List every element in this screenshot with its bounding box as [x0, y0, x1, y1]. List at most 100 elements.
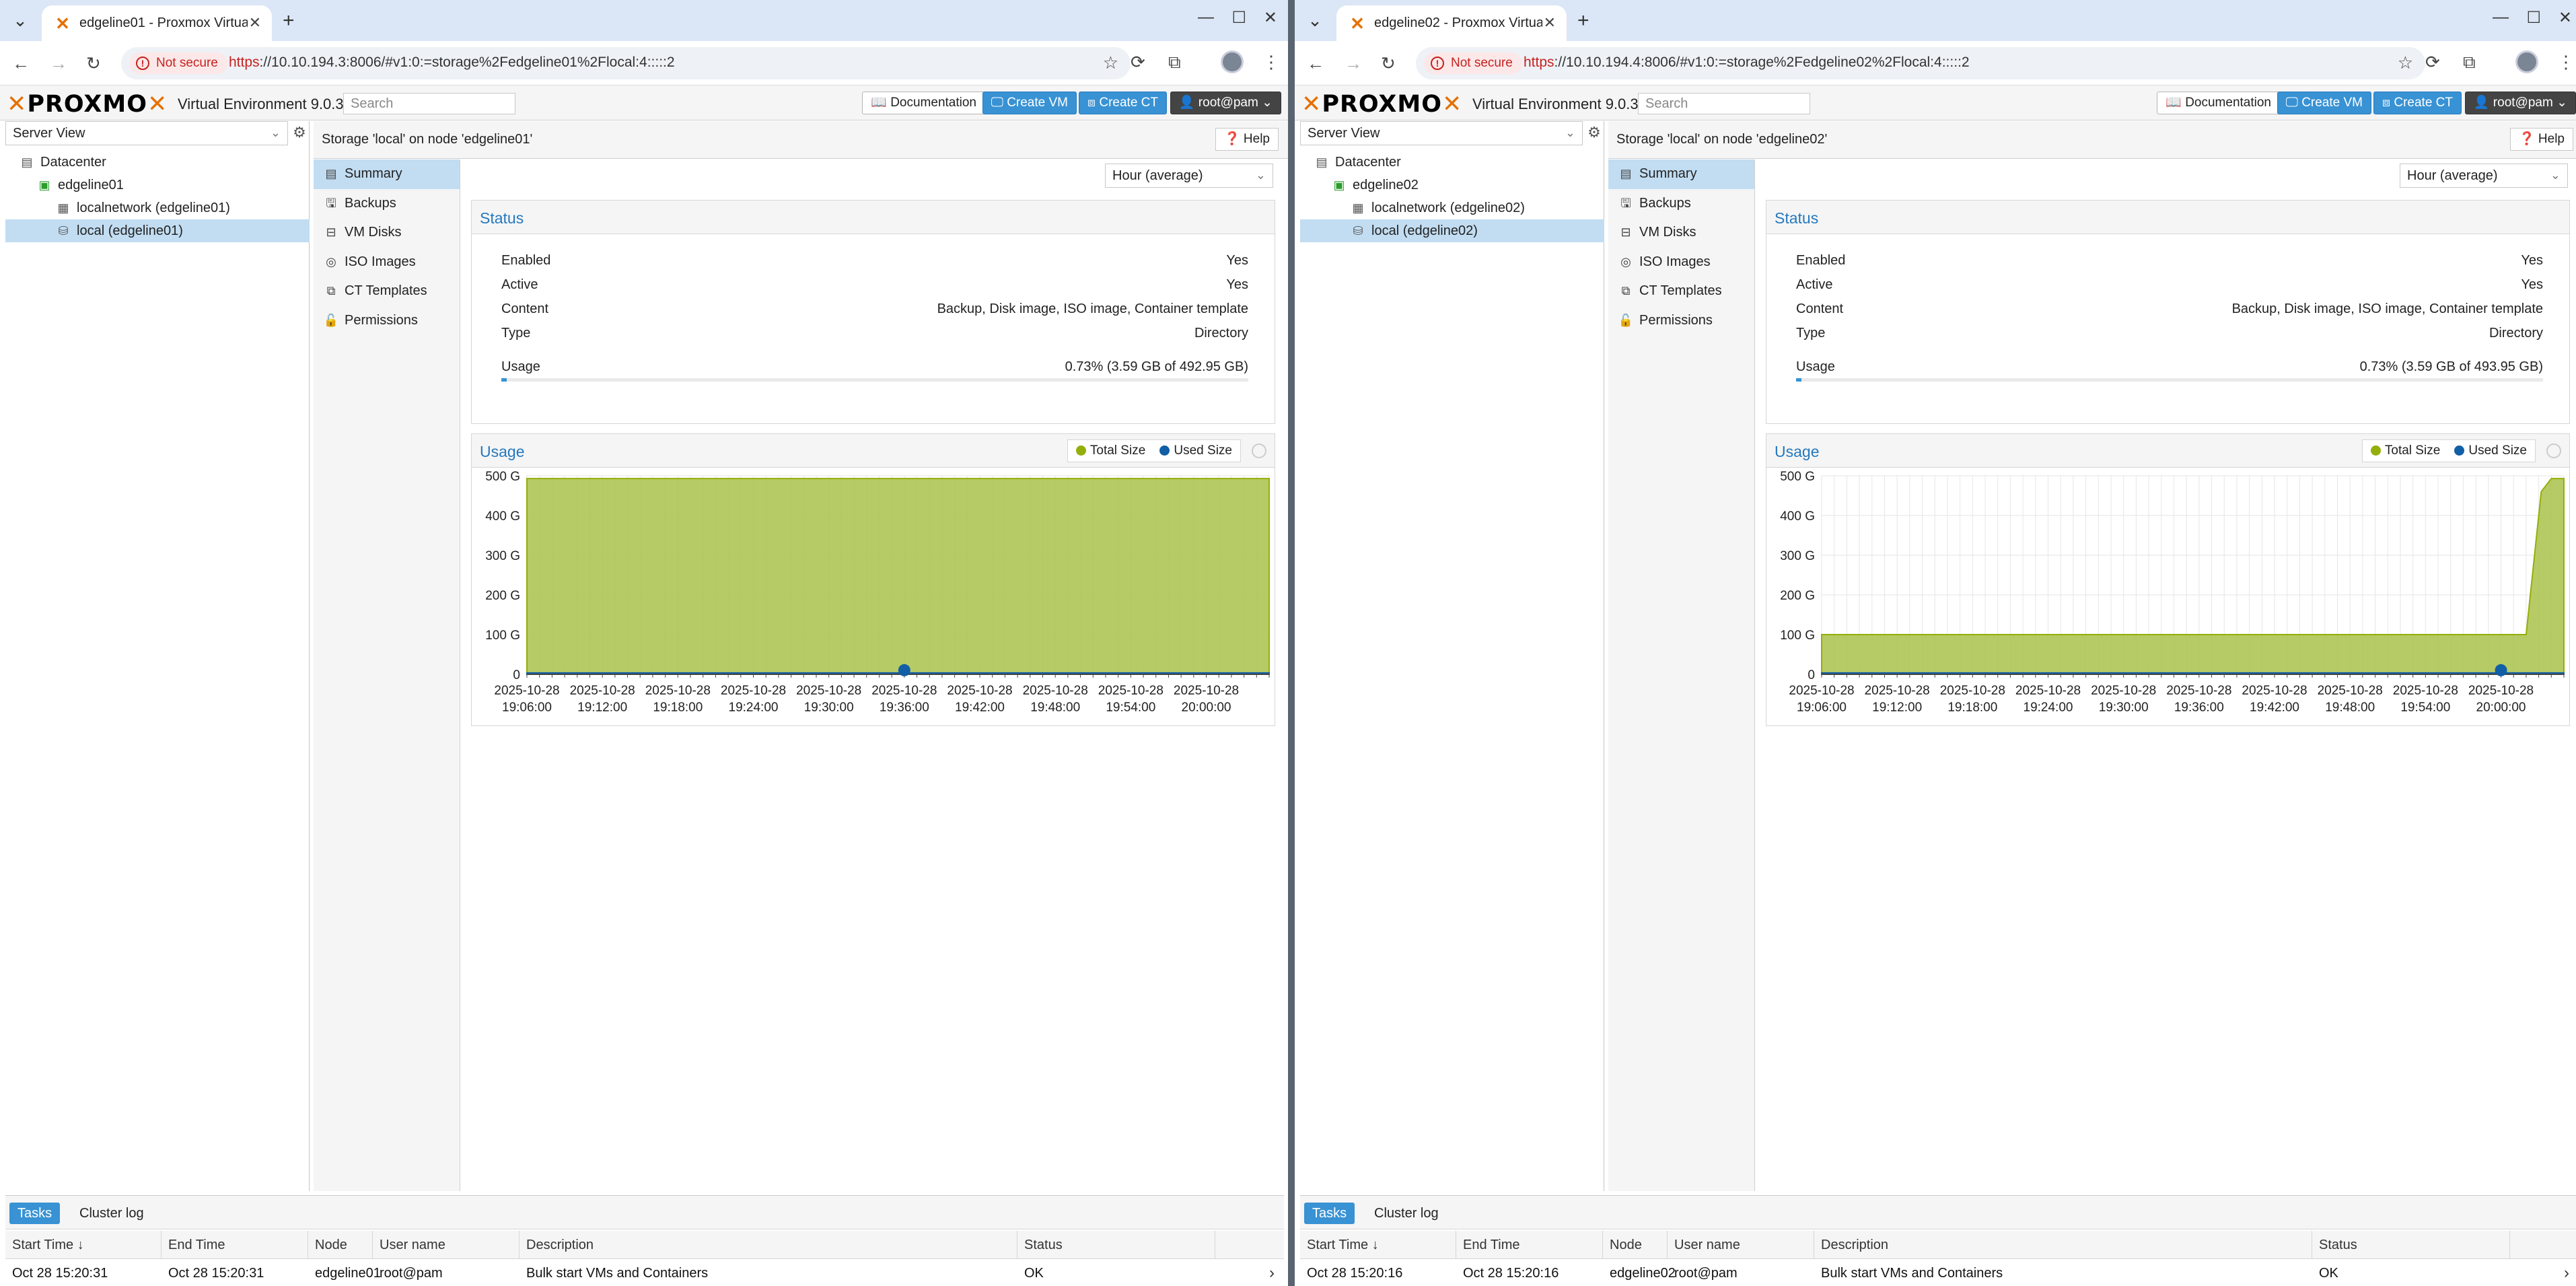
subnav-ct-templates[interactable]: ⧉ CT Templates: [314, 277, 460, 306]
address-bar[interactable]: ! Not secure https://10.10.194.4:8006/#v1…: [1416, 47, 2425, 79]
subnav-permissions[interactable]: 🔓 Permissions: [314, 306, 460, 336]
user-menu-button[interactable]: 👤 root@pam ⌄: [1170, 92, 1281, 114]
new-tab-button[interactable]: +: [1577, 9, 1589, 32]
minimize-button[interactable]: —: [1198, 8, 1214, 27]
tab-cluster-log[interactable]: Cluster log: [71, 1203, 152, 1224]
reload-icon[interactable]: ↻: [1381, 53, 1396, 74]
create-vm-button[interactable]: 🖵 Create VM: [982, 92, 1077, 114]
subnav-permissions[interactable]: 🔓 Permissions: [1608, 306, 1754, 336]
column-header[interactable]: Node: [308, 1231, 373, 1259]
subnav-ct-templates[interactable]: ⧉ CT Templates: [1608, 277, 1754, 306]
new-tab-button[interactable]: +: [283, 9, 295, 32]
legend-used-size[interactable]: Used Size: [2454, 443, 2527, 458]
column-header[interactable]: End Time: [162, 1231, 308, 1259]
minimize-button[interactable]: —: [2493, 8, 2509, 27]
tab-cluster-log[interactable]: Cluster log: [1366, 1203, 1447, 1224]
server-view-select[interactable]: Server View ⌄: [1300, 121, 1583, 145]
sync-icon[interactable]: ⟳: [1131, 52, 1145, 73]
forward-icon[interactable]: →: [1345, 53, 1362, 74]
tab-search-icon[interactable]: ⌄: [1304, 9, 1326, 31]
profile-avatar[interactable]: [2515, 50, 2538, 73]
tab-tasks[interactable]: Tasks: [1304, 1203, 1355, 1224]
tree-item-datacenter[interactable]: ▤ Datacenter: [5, 151, 310, 174]
extensions-icon[interactable]: ⧉: [2463, 52, 2476, 73]
table-row[interactable]: Oct 28 15:20:31 Oct 28 15:20:31 edgeline01…: [5, 1260, 1284, 1286]
subnav-backups[interactable]: 🖫 Backups: [314, 189, 460, 219]
documentation-button[interactable]: 📖 Documentation: [2157, 92, 2280, 114]
column-header[interactable]: Node: [1603, 1231, 1668, 1259]
maximize-button[interactable]: ☐: [1231, 8, 1246, 28]
reload-icon[interactable]: ↻: [86, 53, 101, 74]
tree-item-local-storage[interactable]: ⛁ local (edgeline02): [1300, 219, 1604, 242]
legend-used-size[interactable]: Used Size: [1159, 443, 1232, 458]
column-header[interactable]: Status: [2312, 1231, 2510, 1259]
sync-icon[interactable]: ⟳: [2425, 52, 2440, 73]
timeframe-select[interactable]: Hour (average) ⌄: [2400, 164, 2568, 188]
tab-search-icon[interactable]: ⌄: [9, 9, 31, 31]
bookmark-star-icon[interactable]: ☆: [2398, 52, 2413, 73]
extensions-icon[interactable]: ⧉: [1168, 52, 1181, 73]
search-input[interactable]: Search: [1638, 93, 1810, 114]
subnav-backups[interactable]: 🖫 Backups: [1608, 189, 1754, 219]
tab-close-icon[interactable]: ✕: [249, 14, 261, 32]
create-ct-button[interactable]: ⧈ Create CT: [1078, 92, 1167, 114]
column-header[interactable]: User name: [373, 1231, 520, 1259]
column-header[interactable]: Status: [1017, 1231, 1215, 1259]
subnav-summary[interactable]: ▤ Summary: [314, 159, 460, 189]
menu-kebab-icon[interactable]: ⋮: [2557, 52, 2575, 73]
address-bar[interactable]: ! Not secure https://10.10.194.3:8006/#v1…: [121, 47, 1131, 79]
create-vm-button[interactable]: 🖵 Create VM: [2277, 92, 2371, 114]
subnav-iso-images[interactable]: ◎ ISO Images: [314, 248, 460, 277]
subnav-vm-disks[interactable]: ⊟ VM Disks: [314, 218, 460, 248]
bookmark-star-icon[interactable]: ☆: [1103, 52, 1118, 73]
close-window-button[interactable]: ✕: [2559, 8, 2572, 28]
subnav-vm-disks[interactable]: ⊟ VM Disks: [1608, 218, 1754, 248]
column-header[interactable]: Description: [1814, 1231, 2312, 1259]
browser-tab[interactable]: ✕ edgeline02 - Proxmox Virtual E ✕: [1336, 5, 1567, 41]
browser-tab[interactable]: ✕ edgeline01 - Proxmox Virtual E ✕: [42, 5, 272, 41]
create-ct-button[interactable]: ⧈ Create CT: [2373, 92, 2462, 114]
user-menu-button[interactable]: 👤 root@pam ⌄: [2464, 92, 2576, 114]
forward-icon[interactable]: →: [50, 53, 67, 74]
legend-total-size[interactable]: Total Size: [2370, 443, 2440, 458]
legend-total-size[interactable]: Total Size: [1075, 443, 1145, 458]
menu-kebab-icon[interactable]: ⋮: [1262, 52, 1280, 73]
profile-avatar[interactable]: [1221, 50, 1244, 73]
back-icon[interactable]: ←: [1307, 53, 1324, 74]
gear-icon[interactable]: ⚙: [1585, 124, 1603, 141]
subnav-iso-images[interactable]: ◎ ISO Images: [1608, 248, 1754, 277]
tree-item-node[interactable]: ▣ edgeline01: [5, 174, 310, 197]
close-window-button[interactable]: ✕: [1264, 8, 1277, 28]
not-secure-badge[interactable]: ! Not secure: [129, 52, 227, 74]
usage-chart[interactable]: 500 G 400 G 300 G 200 G 100 G 0 2025-10-28 19:0…: [472, 469, 1276, 725]
tree-item-localnetwork[interactable]: ▦ localnetwork (edgeline01): [5, 197, 310, 219]
column-header[interactable]: User name: [1668, 1231, 1814, 1259]
column-header[interactable]: Start Time ↓: [1300, 1231, 1456, 1259]
table-row[interactable]: Oct 28 15:20:16 Oct 28 15:20:16 edgeline02…: [1300, 1260, 2576, 1286]
gear-icon[interactable]: ⚙: [291, 124, 308, 141]
scroll-right-icon[interactable]: ›: [1269, 1260, 1275, 1286]
usage-chart[interactable]: 500 G 400 G 300 G 200 G 100 G 0 2025-10-28 19:0…: [1766, 469, 2571, 725]
not-secure-badge[interactable]: ! Not secure: [1424, 52, 1522, 74]
column-header[interactable]: Description: [520, 1231, 1017, 1259]
server-view-select[interactable]: Server View ⌄: [5, 121, 288, 145]
documentation-button[interactable]: 📖 Documentation: [862, 92, 985, 114]
back-icon[interactable]: ←: [12, 53, 30, 74]
undo-zoom-icon[interactable]: [1252, 443, 1266, 458]
search-input[interactable]: Search: [343, 93, 515, 114]
timeframe-select[interactable]: Hour (average) ⌄: [1105, 164, 1273, 188]
scroll-right-icon[interactable]: ›: [2564, 1260, 2569, 1286]
help-button[interactable]: ❓ Help: [2509, 128, 2573, 151]
undo-zoom-icon[interactable]: [2546, 443, 2561, 458]
tree-item-node[interactable]: ▣ edgeline02: [1300, 174, 1604, 197]
maximize-button[interactable]: ☐: [2526, 8, 2541, 28]
tree-item-local-storage[interactable]: ⛁ local (edgeline01): [5, 219, 310, 242]
tab-close-icon[interactable]: ✕: [1544, 14, 1556, 32]
column-header[interactable]: End Time: [1456, 1231, 1603, 1259]
help-button[interactable]: ❓ Help: [1215, 128, 1279, 151]
tree-item-datacenter[interactable]: ▤ Datacenter: [1300, 151, 1604, 174]
subnav-summary[interactable]: ▤ Summary: [1608, 159, 1754, 189]
tab-tasks[interactable]: Tasks: [9, 1203, 61, 1224]
column-header[interactable]: Start Time ↓: [5, 1231, 162, 1259]
tree-item-localnetwork[interactable]: ▦ localnetwork (edgeline02): [1300, 197, 1604, 219]
